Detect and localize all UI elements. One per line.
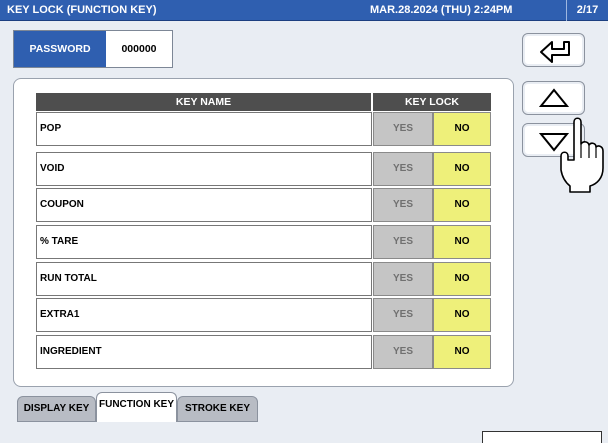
key-name-cell: EXTRA1 bbox=[36, 298, 372, 332]
tab-display-key[interactable]: DISPLAY KEY bbox=[17, 396, 96, 422]
tab-stroke-key[interactable]: STROKE KEY bbox=[177, 396, 258, 422]
key-name-cell: RUN TOTAL bbox=[36, 262, 372, 296]
key-name-cell: % TARE bbox=[36, 225, 372, 259]
no-button[interactable]: NO bbox=[433, 298, 491, 332]
page-indicator: 2/17 bbox=[566, 0, 608, 21]
return-arrow-icon bbox=[540, 41, 570, 63]
table-row: EXTRA1 YES NO bbox=[36, 298, 492, 332]
yes-button[interactable]: YES bbox=[373, 335, 433, 369]
table-row: INGREDIENT YES NO bbox=[36, 335, 492, 369]
key-name-cell: VOID bbox=[36, 152, 372, 186]
yes-button[interactable]: YES bbox=[373, 298, 433, 332]
scroll-up-button[interactable] bbox=[522, 81, 585, 115]
yes-button[interactable]: YES bbox=[373, 188, 433, 222]
password-value[interactable]: 000000 bbox=[106, 31, 172, 67]
password-field[interactable]: PASSWORD 000000 bbox=[13, 30, 173, 68]
tab-function-key[interactable]: FUNCTION KEY bbox=[96, 392, 177, 422]
key-name-cell: COUPON bbox=[36, 188, 372, 222]
no-button[interactable]: NO bbox=[433, 225, 491, 259]
no-button[interactable]: NO bbox=[433, 152, 491, 186]
yes-button[interactable]: YES bbox=[373, 152, 433, 186]
date-time: MAR.28.2024 (THU) 2:24PM bbox=[370, 4, 513, 16]
table-header: KEY NAME KEY LOCK bbox=[36, 93, 492, 111]
table-row: % TARE YES NO bbox=[36, 225, 492, 259]
no-button[interactable]: NO bbox=[433, 112, 491, 146]
yes-button[interactable]: YES bbox=[373, 262, 433, 296]
password-label: PASSWORD bbox=[14, 31, 106, 67]
back-button[interactable] bbox=[522, 33, 585, 67]
yes-button[interactable]: YES bbox=[373, 112, 433, 146]
column-header-key-lock: KEY LOCK bbox=[373, 93, 491, 111]
no-button[interactable]: NO bbox=[433, 335, 491, 369]
screen-title: KEY LOCK (FUNCTION KEY) bbox=[7, 4, 157, 16]
table-row: POP YES NO bbox=[36, 112, 492, 146]
column-header-key-name: KEY NAME bbox=[36, 93, 371, 111]
table-row: COUPON YES NO bbox=[36, 188, 492, 222]
key-name-cell: POP bbox=[36, 112, 372, 146]
up-triangle-icon bbox=[538, 88, 570, 107]
pointing-hand-icon bbox=[560, 117, 604, 193]
key-name-cell: INGREDIENT bbox=[36, 335, 372, 369]
title-bar: KEY LOCK (FUNCTION KEY) MAR.28.2024 (THU… bbox=[0, 0, 608, 21]
table-row: VOID YES NO bbox=[36, 152, 492, 186]
table-row: RUN TOTAL YES NO bbox=[36, 262, 492, 296]
no-button[interactable]: NO bbox=[433, 262, 491, 296]
yes-button[interactable]: YES bbox=[373, 225, 433, 259]
status-box bbox=[482, 431, 602, 443]
no-button[interactable]: NO bbox=[433, 188, 491, 222]
